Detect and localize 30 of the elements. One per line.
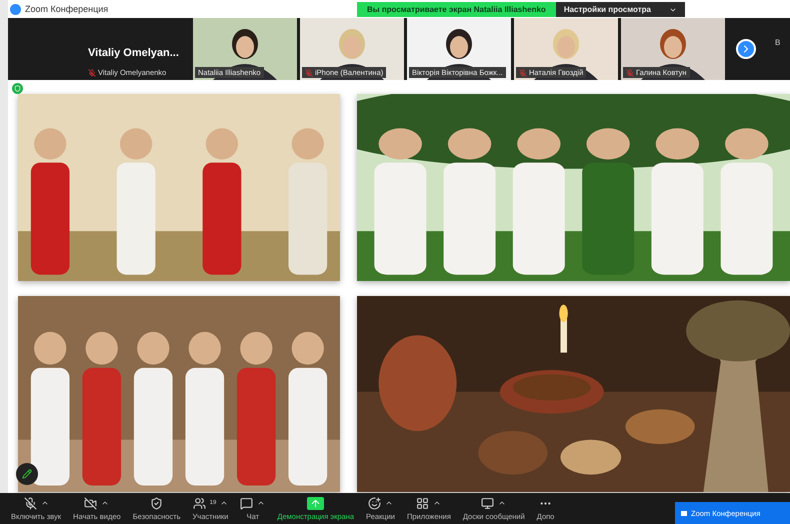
monitor-icon — [481, 496, 494, 510]
camera-icon — [84, 496, 98, 510]
speaker-name: Vitaliy Omelyan... — [88, 47, 180, 59]
caret-icon[interactable] — [433, 499, 442, 507]
microphone-icon — [24, 496, 37, 510]
shield-icon — [150, 496, 164, 510]
next-page-button[interactable] — [736, 39, 756, 59]
caret-icon[interactable] — [257, 499, 266, 507]
view-options-button[interactable]: Настройки просмотра — [556, 2, 685, 17]
muted-mic-icon — [519, 68, 527, 76]
caret-icon[interactable] — [220, 499, 228, 507]
people-icon — [192, 496, 206, 510]
window-title: Zoom Конференция — [25, 4, 108, 14]
caret-icon[interactable] — [101, 499, 110, 507]
muted-mic-icon — [88, 68, 96, 76]
muted-mic-icon — [626, 68, 634, 76]
smiley-icon — [368, 496, 381, 510]
chat-icon — [240, 496, 254, 510]
window-icon — [681, 510, 687, 516]
side-label: В — [775, 38, 780, 49]
caret-icon[interactable] — [40, 499, 49, 507]
pencil-icon — [22, 469, 32, 479]
share-banner: Вы просматриваете экран Nataliia Illiashenko — [357, 2, 556, 17]
share-screen-icon — [307, 496, 324, 510]
muted-mic-icon — [305, 68, 313, 76]
apps-icon — [416, 496, 430, 510]
shield-icon — [12, 83, 23, 94]
app-logo-icon — [10, 4, 21, 14]
caret-icon[interactable] — [385, 499, 393, 507]
caret-icon[interactable] — [498, 499, 506, 507]
